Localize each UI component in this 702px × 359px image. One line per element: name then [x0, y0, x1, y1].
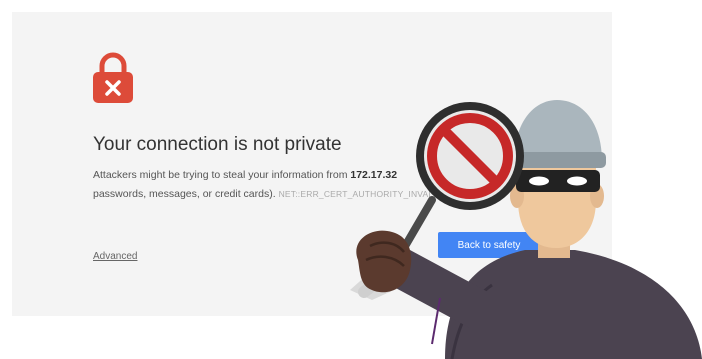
lock-error-icon: [93, 52, 133, 103]
host-address: 172.17.32: [350, 169, 398, 181]
warning-text-line-1: Attackers might be trying to steal your …: [93, 169, 397, 181]
error-code: NET::ERR_CERT_AUTHORITY_INVALID: [278, 189, 443, 199]
warning-text: Attackers might be trying to steal your …: [93, 169, 351, 181]
warning-text-line-2: passwords, messages, or credit cards). N…: [93, 188, 442, 200]
advanced-link[interactable]: Advanced: [93, 251, 137, 262]
ssl-error-page: Your connection is not private Attackers…: [12, 12, 612, 316]
page-title: Your connection is not private: [93, 134, 342, 155]
warning-text-continued: passwords, messages, or credit cards).: [93, 188, 276, 200]
back-to-safety-button[interactable]: Back to safety: [438, 232, 540, 258]
